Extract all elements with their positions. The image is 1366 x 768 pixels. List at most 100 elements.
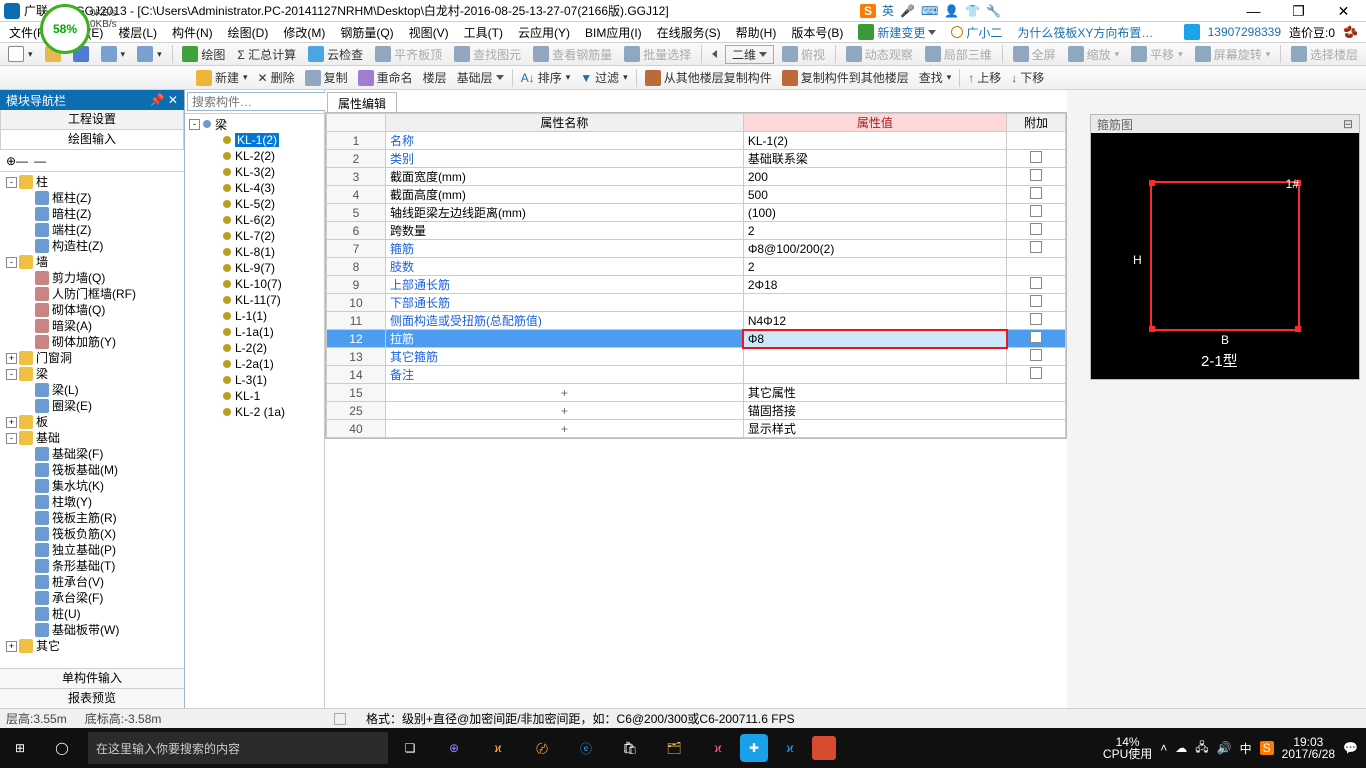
prev-button[interactable]	[708, 50, 721, 58]
tree-node[interactable]: 暗柱(Z)	[4, 206, 184, 222]
app-icon-7[interactable]: ✚	[740, 734, 768, 762]
tree-node[interactable]: 构造柱(Z)	[4, 238, 184, 254]
move-up-button[interactable]: ↑上移	[964, 69, 1005, 86]
component-item[interactable]: KL-10(7)	[187, 276, 324, 292]
component-item[interactable]: KL-11(7)	[187, 292, 324, 308]
sum-button[interactable]: Σ 汇总计算	[233, 46, 300, 63]
tab-property-edit[interactable]: 属性编辑	[327, 92, 397, 112]
top-view-button[interactable]: 俯视	[778, 46, 829, 63]
batch-select-button[interactable]: 批量选择	[620, 46, 695, 63]
tab-report-preview[interactable]: 报表预览	[0, 688, 184, 708]
menu-component[interactable]: 构件(N)	[165, 23, 220, 42]
property-row[interactable]: 11侧面构造或受扭筋(总配筋值)N4Φ12	[327, 312, 1066, 330]
property-row[interactable]: 12拉筋Φ8	[327, 330, 1066, 348]
component-item[interactable]: L-2(2)	[187, 340, 324, 356]
cloud-check-button[interactable]: 云检查	[304, 46, 367, 63]
redo-button[interactable]: ▾	[133, 46, 166, 62]
new-component-button[interactable]: 新建▾	[192, 69, 252, 86]
base-layer-select[interactable]: 基础层	[453, 69, 508, 86]
undo-button[interactable]: ▾	[97, 46, 130, 62]
copy-button[interactable]: 复制	[301, 69, 352, 86]
tree-node[interactable]: +其它	[4, 638, 184, 654]
menu-help[interactable]: 帮助(H)	[729, 23, 784, 42]
component-item[interactable]: KL-8(1)	[187, 244, 324, 260]
dyn-view-button[interactable]: 动态观察	[842, 46, 917, 63]
collapse-all-icon[interactable]: —	[34, 154, 46, 168]
notifications-icon[interactable]: 💬	[1343, 741, 1358, 755]
ime-indicator[interactable]: S 英 🎤 ⌨ 👤 👕 🔧	[860, 2, 1001, 19]
expand-all-icon[interactable]: ⊕—	[6, 154, 28, 168]
menu-bim[interactable]: BIM应用(I)	[578, 23, 649, 42]
property-row[interactable]: 8肢数2	[327, 258, 1066, 276]
menu-rebar[interactable]: 钢筋量(Q)	[333, 23, 400, 42]
menu-version[interactable]: 版本号(B)	[784, 23, 850, 42]
tree-node[interactable]: 暗梁(A)	[4, 318, 184, 334]
menu-tool[interactable]: 工具(T)	[457, 23, 510, 42]
move-down-button[interactable]: ↓下移	[1007, 69, 1048, 86]
tree-node[interactable]: 圈梁(E)	[4, 398, 184, 414]
level-button[interactable]: 平齐板顶	[371, 46, 446, 63]
tree-node[interactable]: 筏板主筋(R)	[4, 510, 184, 526]
property-row[interactable]: 2类别基础联系梁	[327, 150, 1066, 168]
local3d-button[interactable]: 局部三维	[921, 46, 996, 63]
tree-node[interactable]: 基础梁(F)	[4, 446, 184, 462]
component-item[interactable]: L-2a(1)	[187, 356, 324, 372]
component-item[interactable]: KL-2(2)	[187, 148, 324, 164]
property-row[interactable]: 9上部通长筋2Φ18	[327, 276, 1066, 294]
component-item[interactable]: L-3(1)	[187, 372, 324, 388]
network-icon[interactable]: 🖧	[1195, 738, 1208, 759]
tree-node[interactable]: +门窗洞	[4, 350, 184, 366]
component-item[interactable]: KL-1(2)	[187, 132, 324, 148]
property-row[interactable]: 40+显示样式	[327, 420, 1066, 438]
property-row[interactable]: 1名称KL-1(2)	[327, 132, 1066, 150]
status-checkbox[interactable]	[334, 713, 346, 725]
tree-node[interactable]: 桩承台(V)	[4, 574, 184, 590]
rename-button[interactable]: 重命名	[354, 69, 417, 86]
draw-button[interactable]: 绘图	[178, 46, 229, 63]
select-floor-button[interactable]: 选择楼层	[1287, 46, 1362, 63]
tree-node[interactable]: 集水坑(K)	[4, 478, 184, 494]
component-item[interactable]: KL-4(3)	[187, 180, 324, 196]
tree-node[interactable]: 框柱(Z)	[4, 190, 184, 206]
account-number[interactable]: 13907298339	[1208, 25, 1281, 39]
tree-node[interactable]: 端柱(Z)	[4, 222, 184, 238]
property-row[interactable]: 5轴线距梁左边线距离(mm)(100)	[327, 204, 1066, 222]
delete-button[interactable]: ✕ 删除	[254, 69, 299, 86]
sort-button[interactable]: A↓排序▾	[517, 69, 575, 86]
tree-node[interactable]: 剪力墙(Q)	[4, 270, 184, 286]
tip-link[interactable]: 为什么筏板XY方向布置…	[1010, 23, 1160, 42]
pan-button[interactable]: 平移▾	[1127, 46, 1187, 63]
user-badge[interactable]: 广小二	[944, 23, 1009, 42]
pin-icon[interactable]: 📌 ✕	[150, 93, 178, 107]
system-tray[interactable]: 14%CPU使用 ˄ ☁ 🖧 🔊 中 S 19:032017/6/28 💬	[1103, 736, 1366, 760]
volume-icon[interactable]: 🔊	[1217, 741, 1232, 755]
view-mode-select[interactable]: 二维	[725, 45, 774, 64]
tree-node[interactable]: -基础	[4, 430, 184, 446]
tree-node[interactable]: 承台梁(F)	[4, 590, 184, 606]
property-grid[interactable]: 属性名称 属性值 附加 1名称KL-1(2)2类别基础联系梁3截面宽度(mm)2…	[325, 112, 1067, 439]
fullscreen-button[interactable]: 全屏	[1009, 46, 1060, 63]
taskbar-search[interactable]: 在这里输入你要搜索的内容	[88, 732, 388, 764]
zoom-button[interactable]: 缩放▾	[1064, 46, 1124, 63]
property-row[interactable]: 7箍筋Φ8@100/200(2)	[327, 240, 1066, 258]
explorer-icon[interactable]: 🗂	[652, 728, 696, 768]
component-item[interactable]: L-1a(1)	[187, 324, 324, 340]
menu-online[interactable]: 在线服务(S)	[650, 23, 728, 42]
menu-floor[interactable]: 楼层(L)	[111, 23, 164, 42]
find-element-button[interactable]: 查找图元	[450, 46, 525, 63]
app-icon-6[interactable]: ϰ	[696, 728, 740, 768]
copy-from-floor-button[interactable]: 从其他楼层复制构件	[641, 69, 776, 86]
property-row[interactable]: 3截面宽度(mm)200	[327, 168, 1066, 186]
ime-badge[interactable]: 中	[1240, 740, 1252, 757]
rotate-button[interactable]: 屏幕旋转▾	[1191, 46, 1275, 63]
tab-project-settings[interactable]: 工程设置	[0, 110, 184, 130]
component-item[interactable]: KL-6(2)	[187, 212, 324, 228]
tree-node[interactable]: 柱墩(Y)	[4, 494, 184, 510]
tab-single-input[interactable]: 单构件输入	[0, 668, 184, 688]
menu-view[interactable]: 视图(V)	[402, 23, 456, 42]
close-button[interactable]: ✕	[1321, 0, 1366, 22]
onedrive-icon[interactable]: ☁	[1175, 741, 1187, 755]
sogou-tray-icon[interactable]: S	[1260, 741, 1274, 755]
app-icon-3[interactable]: 〄	[520, 728, 564, 768]
tree-node[interactable]: -柱	[4, 174, 184, 190]
